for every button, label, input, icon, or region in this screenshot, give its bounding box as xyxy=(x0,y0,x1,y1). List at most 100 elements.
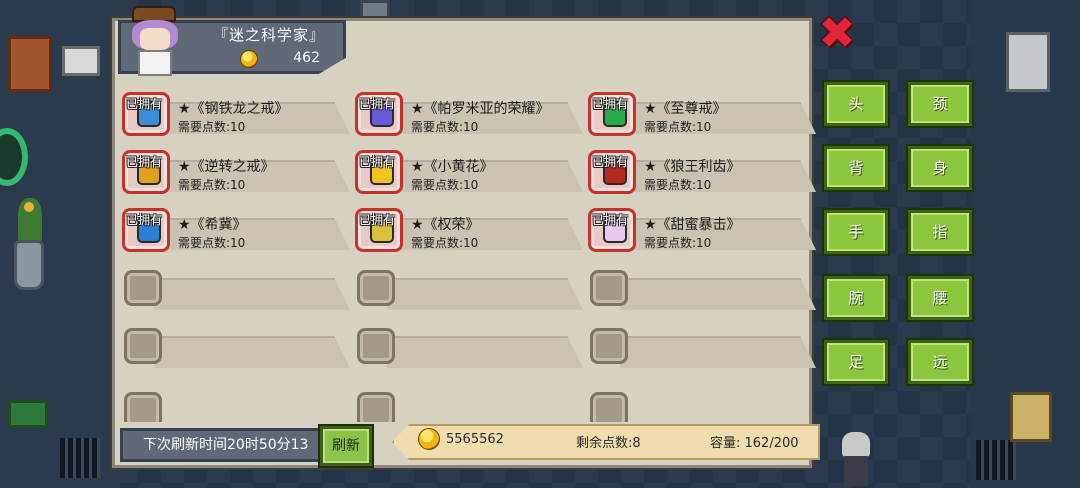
category-back-button[interactable]: 背 xyxy=(824,146,888,190)
item-name: ★《权荣》 xyxy=(411,217,480,233)
character-head xyxy=(842,432,870,458)
item-name: ★《至尊戒》 xyxy=(644,101,727,117)
coin-icon xyxy=(240,50,258,68)
avatar-coat xyxy=(138,50,172,76)
grid-row xyxy=(120,392,812,422)
owned-tag: 已拥有 xyxy=(359,97,396,111)
floor-vent-sprite xyxy=(976,440,1016,480)
item-slot[interactable]: 已拥有 ★《帕罗米亚的荣耀》 需要点数:10 xyxy=(353,88,585,136)
item-cost: 需要点数:10 xyxy=(178,236,246,250)
empty-icon-frame xyxy=(357,392,395,422)
owned-tag: 已拥有 xyxy=(592,97,629,111)
item-cost: 需要点数:10 xyxy=(644,236,712,250)
empty-slot[interactable] xyxy=(353,270,585,324)
circuit-board-sprite xyxy=(8,400,48,428)
capacity: 容量: 162/200 xyxy=(710,436,799,451)
desk-sprite xyxy=(8,36,52,92)
close-icon[interactable]: ✖ xyxy=(818,12,856,56)
empty-slot[interactable] xyxy=(353,328,585,382)
category-hand-button[interactable]: 手 xyxy=(824,210,888,254)
item-cost: 需要点数:10 xyxy=(178,178,246,192)
merchant-coin-count: 462 xyxy=(293,50,320,66)
owned-tag: 已拥有 xyxy=(126,97,163,111)
item-name: ★《小黄花》 xyxy=(411,159,494,175)
item-name: ★《钢铁龙之戒》 xyxy=(178,101,289,117)
character-body xyxy=(844,456,868,486)
category-neck-button[interactable]: 颈 xyxy=(908,82,972,126)
empty-slot[interactable] xyxy=(120,270,352,324)
merchant-avatar xyxy=(126,6,182,78)
grid-row: 已拥有 ★《钢铁龙之戒》 需要点数:10 已拥有 ★《帕罗米亚的荣耀》 需要点数… xyxy=(120,88,816,146)
gold-amount: 5565562 xyxy=(446,432,504,447)
item-cost: 需要点数:10 xyxy=(411,120,479,134)
owned-tag: 已拥有 xyxy=(592,155,629,169)
item-slot[interactable]: 已拥有 ★《钢铁龙之戒》 需要点数:10 xyxy=(120,88,352,136)
item-grid: 已拥有 ★《钢铁龙之戒》 需要点数:10 已拥有 ★《帕罗米亚的荣耀》 需要点数… xyxy=(120,88,816,422)
empty-slot[interactable] xyxy=(586,392,812,422)
item-name: ★《逆转之戒》 xyxy=(178,159,275,175)
refresh-button[interactable]: 刷新 xyxy=(320,426,372,466)
item-cost: 需要点数:10 xyxy=(644,178,712,192)
slot-strip xyxy=(387,278,583,310)
item-name: ★《甜蜜暴击》 xyxy=(644,217,741,233)
remaining-points: 剩余点数:8 xyxy=(576,436,641,451)
vase-sprite xyxy=(14,240,44,290)
empty-slot[interactable] xyxy=(586,270,818,324)
item-slot[interactable]: 已拥有 ★《狼王利齿》 需要点数:10 xyxy=(586,146,818,194)
category-waist-button[interactable]: 腰 xyxy=(908,276,972,320)
item-slot[interactable]: 已拥有 ★《甜蜜暴击》 需要点数:10 xyxy=(586,204,818,252)
slot-strip xyxy=(154,278,350,310)
item-slot[interactable]: 已拥有 ★《逆转之戒》 需要点数:10 xyxy=(120,146,352,194)
player-character xyxy=(838,432,874,488)
item-slot[interactable]: 已拥有 ★《权荣》 需要点数:10 xyxy=(353,204,585,252)
owned-tag: 已拥有 xyxy=(126,155,163,169)
empty-icon-frame xyxy=(590,328,628,364)
owned-tag: 已拥有 xyxy=(126,213,163,227)
item-name: ★《希冀》 xyxy=(178,217,247,233)
owned-tag: 已拥有 xyxy=(359,155,396,169)
item-slot[interactable]: 已拥有 ★《小黄花》 需要点数:10 xyxy=(353,146,585,194)
machine-sprite xyxy=(1006,32,1050,92)
item-name: ★《狼王利齿》 xyxy=(644,159,741,175)
slot-strip xyxy=(620,336,816,368)
empty-icon-frame xyxy=(124,328,162,364)
empty-icon-frame xyxy=(357,270,395,306)
slot-strip xyxy=(387,336,583,368)
grid-row: 已拥有 ★《逆转之戒》 需要点数:10 已拥有 ★《小黄花》 需要点数:10 已… xyxy=(120,146,816,204)
item-cost: 需要点数:10 xyxy=(644,120,712,134)
empty-icon-frame xyxy=(124,270,162,306)
slot-strip xyxy=(154,336,350,368)
console-sprite xyxy=(1010,392,1052,442)
category-body-button[interactable]: 身 xyxy=(908,146,972,190)
item-slot[interactable]: 已拥有 ★《至尊戒》 需要点数:10 xyxy=(586,88,818,136)
empty-icon-frame xyxy=(590,392,628,422)
merchant-name: 『迷之科学家』 xyxy=(212,26,325,44)
item-cost: 需要点数:10 xyxy=(411,178,479,192)
category-finger-button[interactable]: 指 xyxy=(908,210,972,254)
empty-slot[interactable] xyxy=(120,328,352,382)
empty-slot[interactable] xyxy=(586,328,818,382)
empty-icon-frame xyxy=(357,328,395,364)
plant-sprite xyxy=(18,198,42,242)
empty-slot[interactable] xyxy=(353,392,585,422)
item-cost: 需要点数:10 xyxy=(178,120,246,134)
monitor-sprite xyxy=(62,46,100,76)
empty-icon-frame xyxy=(124,392,162,422)
owned-tag: 已拥有 xyxy=(592,213,629,227)
slot-strip xyxy=(620,278,816,310)
grid-row: 已拥有 ★《希冀》 需要点数:10 已拥有 ★《权荣》 需要点数:10 已拥有 … xyxy=(120,204,816,262)
ceiling-lamp-sprite xyxy=(360,0,390,20)
empty-slot[interactable] xyxy=(120,392,352,422)
refresh-timer: 下次刷新时间20时50分13 xyxy=(120,428,324,462)
category-foot-button[interactable]: 足 xyxy=(824,340,888,384)
owned-tag: 已拥有 xyxy=(359,213,396,227)
item-slot[interactable]: 已拥有 ★《希冀》 需要点数:10 xyxy=(120,204,352,252)
item-name: ★《帕罗米亚的荣耀》 xyxy=(411,101,550,117)
category-wrist-button[interactable]: 腕 xyxy=(824,276,888,320)
grid-row xyxy=(120,270,816,334)
category-ranged-button[interactable]: 远 xyxy=(908,340,972,384)
coin-icon xyxy=(418,428,440,450)
category-head-button[interactable]: 头 xyxy=(824,82,888,126)
avatar-face xyxy=(140,28,170,50)
floor-vent-sprite xyxy=(60,438,100,478)
